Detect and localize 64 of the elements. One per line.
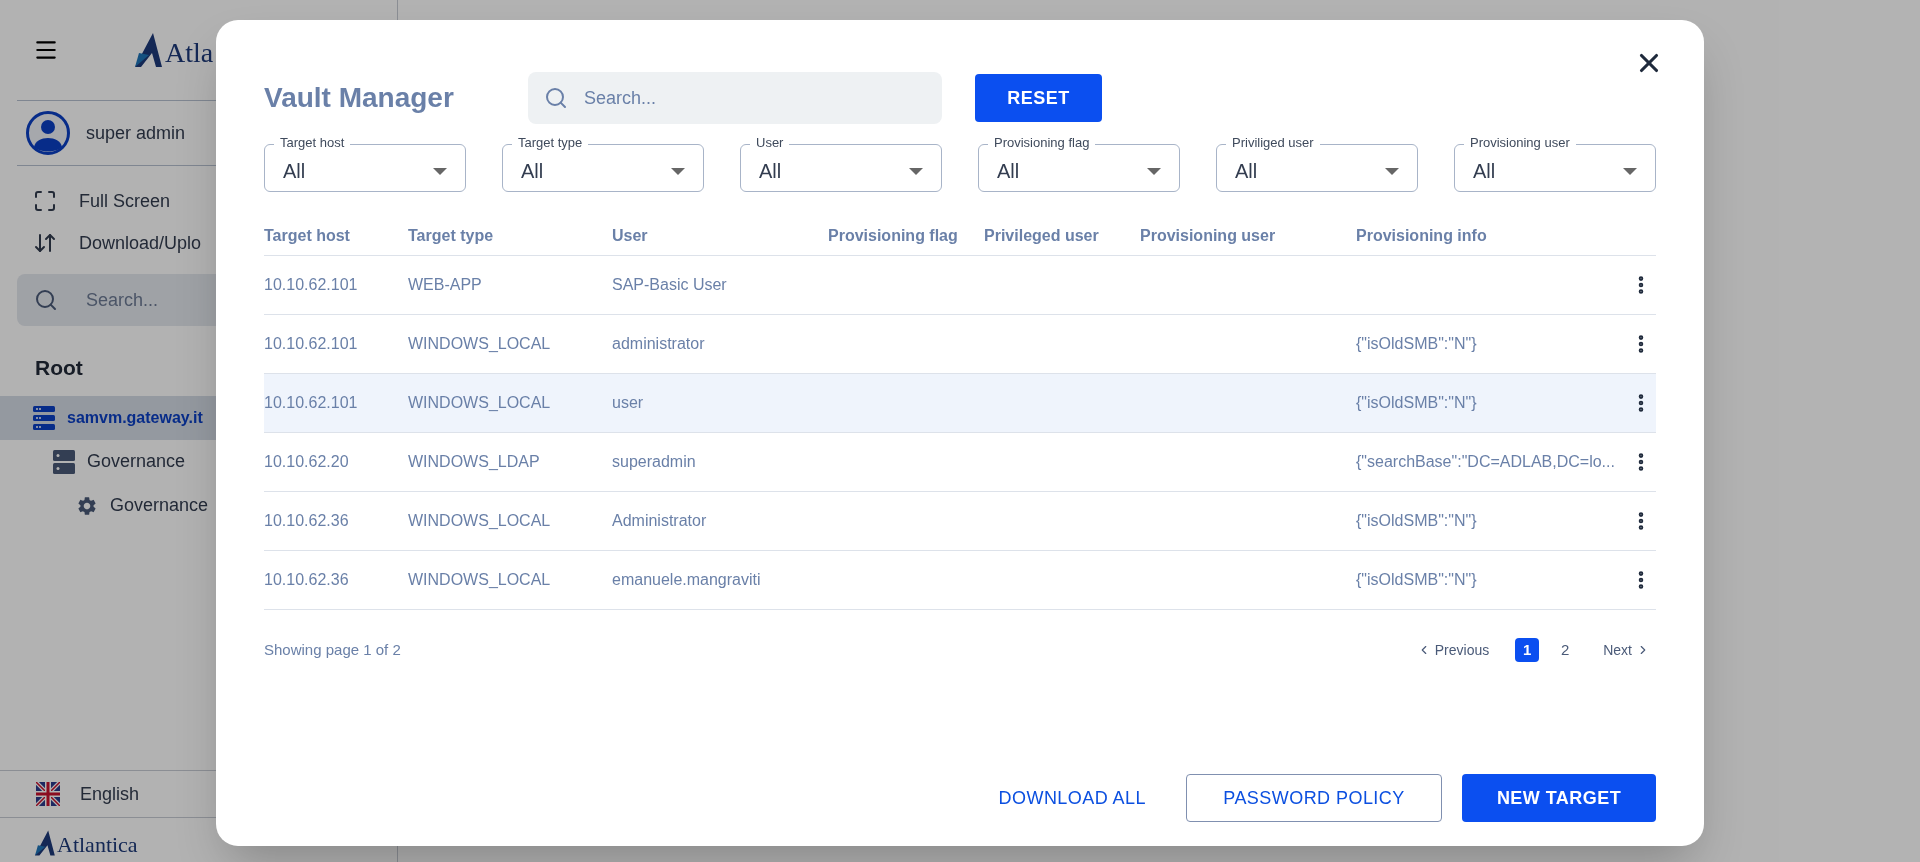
logo-text: Atla (165, 39, 214, 67)
column-header[interactable]: Provisioning user (1140, 223, 1356, 248)
table-cell: WINDOWS_LOCAL (408, 512, 551, 529)
table-cell: {"isOldSMB":"N"} (1356, 571, 1477, 588)
column-header[interactable]: Privileged user (984, 223, 1140, 248)
search-field[interactable]: Search... (528, 72, 942, 124)
search-icon (34, 288, 58, 312)
table-cell: administrator (612, 335, 705, 352)
logo-text: Atlantica (57, 834, 138, 856)
table-cell: 10.10.62.36 (264, 512, 349, 529)
table-cell: emanuele.mangraviti (612, 571, 761, 588)
flag-icon (36, 782, 60, 806)
table-cell: SAP-Basic User (612, 276, 727, 293)
dialog-title: Vault Manager (264, 81, 455, 115)
table-cell: 10.10.62.20 (264, 453, 349, 470)
dropdown-caret-icon (1623, 167, 1637, 175)
table-cell: WINDOWS_LOCAL (408, 394, 551, 411)
search-icon (544, 86, 568, 110)
table-cell: 10.10.62.36 (264, 571, 349, 588)
table-cell: Administrator (612, 512, 707, 529)
table-cell: 10.10.62.101 (264, 394, 358, 411)
next-button[interactable]: Next (1603, 639, 1650, 661)
dropdown-caret-icon (433, 167, 447, 175)
table-cell: superadmin (612, 453, 696, 470)
page-info: Showing page 1 of 2 (264, 639, 401, 660)
table-cell: 10.10.62.101 (264, 335, 358, 352)
page-button[interactable]: 2 (1553, 638, 1578, 662)
server-icon (53, 449, 75, 474)
table-cell: WINDOWS_LDAP (408, 453, 540, 470)
gear-icon (76, 494, 98, 517)
dropdown-caret-icon (909, 167, 923, 175)
table-cell: {"isOldSMB":"N"} (1356, 335, 1477, 352)
reset-button[interactable]: RESET (975, 74, 1102, 122)
table-row[interactable]: 10.10.62.101 WINDOWS_LOCAL user {"isOldSMB":"N"} (264, 374, 1656, 433)
column-header[interactable]: Target type (408, 223, 612, 248)
password-policy-button[interactable]: PASSWORD POLICY (1186, 774, 1442, 822)
column-header[interactable]: Target host (264, 223, 408, 248)
table-cell: {"isOldSMB":"N"} (1356, 394, 1477, 411)
table-cell: WINDOWS_LOCAL (408, 335, 551, 352)
dropdown-caret-icon (1147, 167, 1161, 175)
column-header[interactable]: Provisioning info (1356, 223, 1616, 248)
logo-mark-icon (35, 830, 57, 856)
table-cell: WINDOWS_LOCAL (408, 571, 551, 588)
dropdown-caret-icon (671, 167, 685, 175)
table-cell: user (612, 394, 644, 411)
server-stack-icon (33, 405, 55, 430)
table-cell: {"searchBase":"DC=ADLAB,DC=lo... (1356, 453, 1615, 470)
fullscreen-icon (33, 189, 57, 213)
download-all-button[interactable]: DOWNLOAD ALL (978, 774, 1166, 822)
table-cell: {"isOldSMB":"N"} (1356, 512, 1477, 529)
column-header[interactable]: Provisioning flag (828, 223, 984, 248)
table-cell: WEB-APP (408, 276, 482, 293)
column-header[interactable]: User (612, 223, 828, 248)
language-selector[interactable]: English (0, 771, 397, 817)
table-cell: 10.10.62.101 (264, 276, 358, 293)
new-target-button[interactable]: NEW TARGET (1462, 774, 1656, 822)
up-down-arrows-icon (33, 231, 57, 255)
logo-mark-icon (135, 33, 165, 67)
previous-button[interactable]: Previous (1416, 639, 1490, 661)
tree-title: Root (35, 355, 83, 381)
avatar-icon (26, 111, 70, 155)
user-name: super admin (86, 121, 186, 145)
page-button[interactable]: 1 (1515, 638, 1540, 662)
dropdown-caret-icon (1385, 167, 1399, 175)
